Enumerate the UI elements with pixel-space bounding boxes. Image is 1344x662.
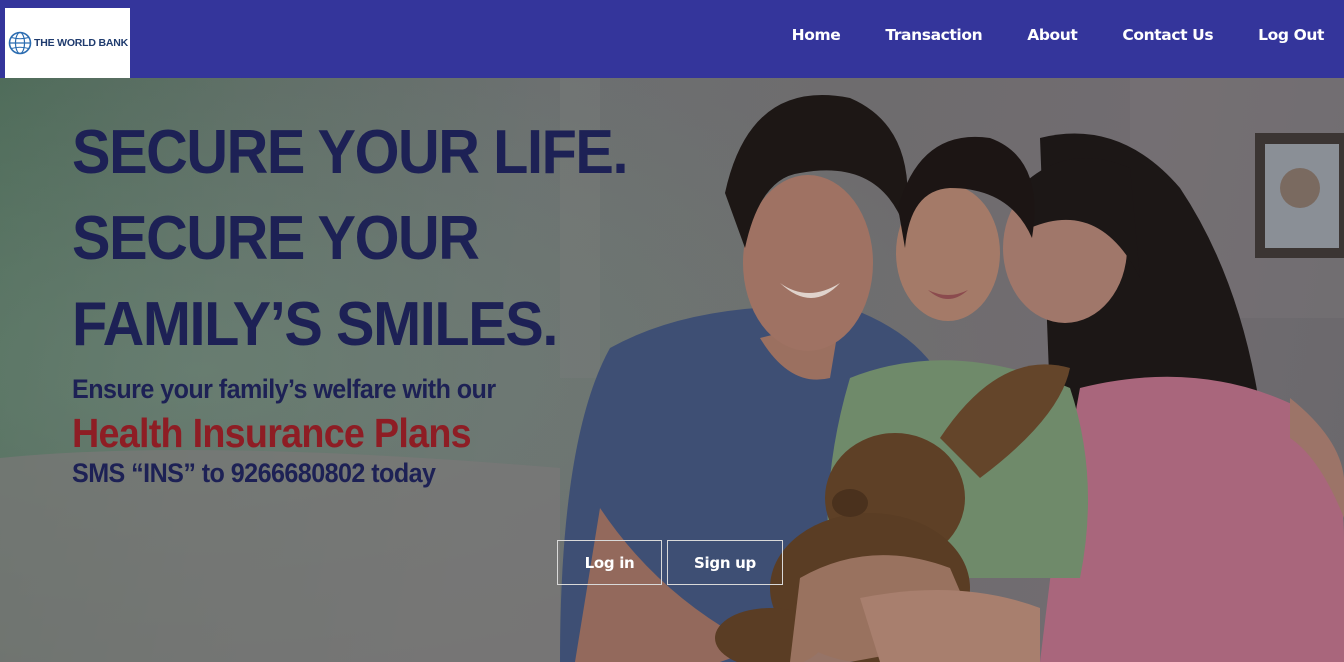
brand-name: THE WORLD BANK	[34, 37, 129, 49]
hero-banner: SECURE YOUR LIFE. SECURE YOUR FAMILY’S S…	[0, 78, 1344, 662]
hero-tagline: Ensure your family’s welfare with our	[72, 374, 496, 404]
headline-line-3: FAMILY’S SMILES.	[72, 290, 558, 359]
nav-about-link[interactable]: About	[1027, 26, 1078, 44]
headline-line-2: SECURE YOUR	[72, 204, 480, 273]
nav-home-link[interactable]: Home	[792, 26, 841, 44]
brand-logo[interactable]: THE WORLD BANK	[5, 8, 130, 78]
headline-line-1: SECURE YOUR LIFE.	[72, 118, 629, 187]
login-button[interactable]: Log in	[557, 540, 662, 585]
signup-button[interactable]: Sign up	[667, 540, 783, 585]
nav-transaction-link[interactable]: Transaction	[885, 26, 982, 44]
main-nav: Home Transaction About Contact Us Log Ou…	[747, 0, 1344, 70]
hero-sms-text: SMS “INS” to 9266680802 today	[72, 458, 436, 488]
nav-contact-link[interactable]: Contact Us	[1122, 26, 1213, 44]
hero-highlight: Health Insurance Plans	[72, 410, 472, 456]
hero-headline: SECURE YOUR LIFE. SECURE YOUR FAMILY’S S…	[72, 110, 629, 368]
globe-icon	[8, 31, 32, 55]
top-navbar: THE WORLD BANK Home Transaction About Co…	[0, 0, 1344, 78]
nav-logout-link[interactable]: Log Out	[1258, 26, 1324, 44]
